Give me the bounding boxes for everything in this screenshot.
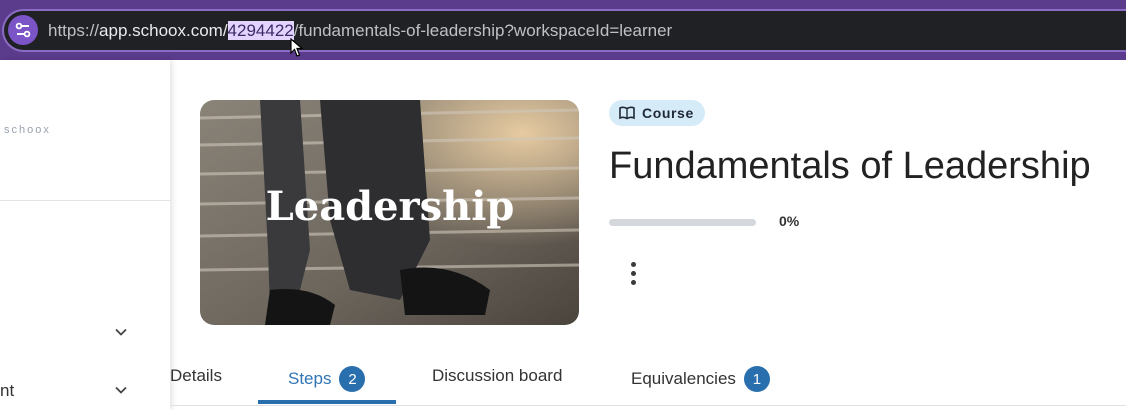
more-options-icon[interactable] (626, 262, 640, 290)
badge-label: Course (642, 105, 694, 121)
tab-discussion-board[interactable]: Discussion board (432, 366, 562, 386)
sidebar-item-collapsed-1[interactable] (0, 320, 170, 346)
tab-label: Discussion board (432, 366, 563, 385)
course-title: Fundamentals of Leadership (609, 145, 1091, 187)
sidebar: schoox nt (0, 60, 170, 410)
sidebar-item-collapsed-2[interactable]: nt (0, 378, 170, 404)
tab-label: Details (170, 366, 222, 385)
mouse-cursor-icon (290, 38, 304, 57)
tab-label: Steps (288, 369, 332, 388)
course-image-text: Leadership (266, 183, 515, 230)
url-selected-text: 4294422 (227, 21, 294, 40)
url-path: /fundamentals-of-leadership?workspaceId=… (293, 21, 673, 40)
tab-count-badge: 2 (339, 366, 366, 392)
course-type-badge: Course (609, 100, 705, 126)
address-bar[interactable]: https://app.schoox.com/4294422/fundament… (2, 9, 1126, 52)
browser-toolbar: https://app.schoox.com/4294422/fundament… (0, 0, 1126, 60)
url-host: app.schoox.com/ (99, 21, 228, 40)
course-tabs: Details Steps 2 Discussion board Equival… (170, 360, 1126, 410)
book-open-icon (619, 106, 635, 120)
active-tab-indicator (258, 400, 396, 404)
brand-logo[interactable]: schoox (4, 124, 51, 136)
url-text[interactable]: https://app.schoox.com/4294422/fundament… (48, 21, 672, 41)
tune-icon[interactable] (8, 15, 38, 45)
tab-steps[interactable]: Steps 2 (288, 366, 366, 392)
sidebar-divider (0, 200, 170, 201)
tab-equivalencies[interactable]: Equivalencies 1 (631, 366, 770, 392)
url-scheme: https:// (48, 21, 100, 40)
progress-percent: 0% (779, 213, 800, 229)
chevron-down-icon[interactable] (113, 382, 129, 398)
tab-details[interactable]: Details (170, 366, 222, 386)
chevron-down-icon[interactable] (113, 324, 129, 340)
tab-count-badge: 1 (743, 366, 770, 392)
tabs-divider (170, 405, 1126, 406)
course-image: Leadership (200, 100, 579, 325)
tab-label: Equivalencies (631, 369, 736, 388)
progress-bar (609, 219, 756, 226)
sidebar-item-label: nt (0, 381, 15, 400)
